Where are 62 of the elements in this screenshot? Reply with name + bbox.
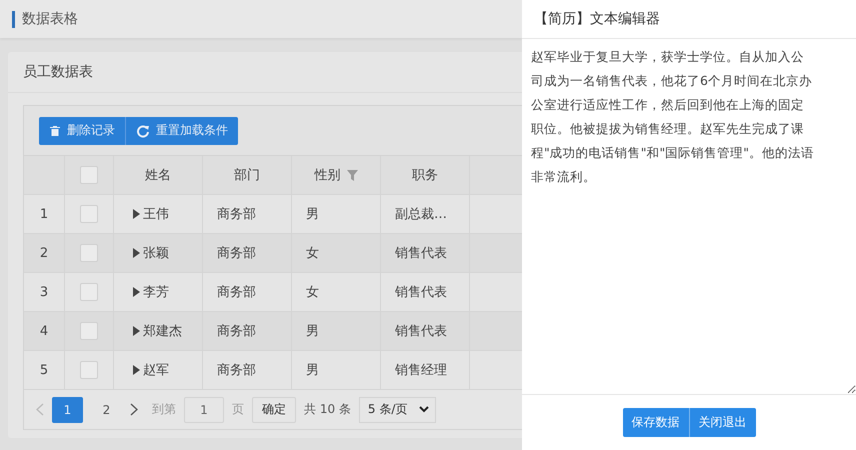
table-cell-text: 男 [306,362,319,379]
select-all-checkbox[interactable] [80,166,98,184]
table-cell-text: 郑建杰 [143,323,182,340]
table-cell-text: 女 [306,284,319,301]
table-cell-text: 李芳 [143,284,169,301]
delete-button[interactable]: 删除记录 [39,116,125,144]
row-number: 1 [40,206,48,222]
table-cell-text: 赵军 [143,362,169,379]
expand-caret-icon[interactable] [133,209,140,219]
save-button[interactable]: 保存数据 [622,408,688,437]
expand-caret-icon[interactable] [133,326,140,336]
table-cell-text: 王伟 [143,206,169,223]
page-input[interactable]: 1 [184,396,224,422]
close-button[interactable]: 关闭退出 [688,408,756,437]
table-cell-text: 商务部 [217,245,256,262]
table-cell-text: 副总裁… [395,206,447,223]
table-cell-text: 张颖 [143,245,169,262]
table-cell-text: 销售代表 [395,284,447,301]
column-header: 姓名 [145,167,171,184]
next-page-icon[interactable] [130,403,138,416]
table-cell-text: 商务部 [217,323,256,340]
page-unit-label: 页 [232,401,244,418]
column-header: 性别 [314,167,340,184]
table-cell-text: 销售代表 [395,245,447,262]
row-checkbox[interactable] [80,322,98,340]
row-number: 2 [40,246,48,260]
row-checkbox[interactable] [80,205,98,223]
refresh-icon [136,124,150,138]
reload-button[interactable]: 重置加载条件 [125,116,238,144]
drawer-title: 【简历】文本编辑器 [534,10,660,28]
row-number: 3 [40,284,48,300]
row-number: 5 [40,362,48,378]
expand-caret-icon[interactable] [133,365,140,375]
page-button[interactable]: 2 [91,396,122,422]
column-header: 职务 [412,167,438,184]
row-number: 4 [40,324,48,338]
page-size-select[interactable]: 5 条/页 [358,396,436,422]
text-editor-field[interactable]: 赵军毕业于复旦大学，获学士学位。自从加入公司成为一名销售代表，他花了6个月时间在北京办公室进行适应性工作，然后回到他在上海的固定职位。他被提拔为销售经理。赵军先生完成了课程"成功的电话销售"和"国际销售管理"。他的法语非常流利。 [522,39,856,395]
previous-page-icon[interactable] [36,403,44,416]
row-checkbox[interactable] [80,244,98,262]
table-cell-text: 销售代表 [395,323,447,340]
table-cell-text: 商务部 [217,284,256,301]
table-cell-text: 商务部 [217,362,256,379]
filter-icon[interactable] [346,170,358,180]
chevron-down-icon [419,406,430,413]
expand-caret-icon[interactable] [133,287,140,297]
trash-icon [49,124,61,136]
page-title: 数据表格 [12,10,78,28]
table-cell-text: 男 [306,323,319,340]
table-cell-text: 销售经理 [395,362,447,379]
page-button[interactable]: 1 [52,396,83,422]
row-checkbox[interactable] [80,283,98,301]
card-title: 员工数据表 [23,63,93,81]
row-checkbox[interactable] [80,361,98,379]
expand-caret-icon[interactable] [133,248,140,258]
column-header: 部门 [234,167,260,184]
table-cell-text: 男 [306,206,319,223]
table-cell-text: 女 [306,245,319,262]
confirm-button[interactable]: 确定 [252,396,296,422]
goto-label: 到第 [152,401,176,418]
table-cell-text: 商务部 [217,206,256,223]
total-count: 共 10 条 [304,401,351,418]
